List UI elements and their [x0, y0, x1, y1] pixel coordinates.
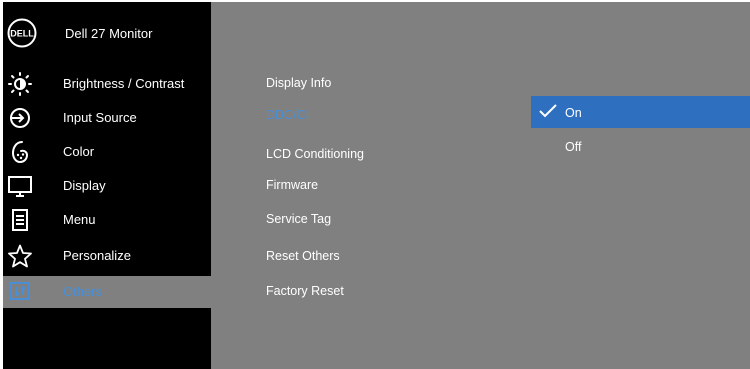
- sidebar-item-others[interactable]: Others: [3, 276, 211, 308]
- monitor-title: Dell 27 Monitor: [65, 26, 153, 41]
- sidebar-item-label: Menu: [63, 212, 96, 227]
- sidebar-item-label: Brightness / Contrast: [63, 76, 185, 91]
- submenu-item-lcd-conditioning[interactable]: LCD Conditioning: [266, 147, 364, 161]
- sidebar-item-display[interactable]: Display: [3, 170, 211, 202]
- sidebar-item-personalize[interactable]: Personalize: [3, 240, 211, 272]
- display-icon: [8, 176, 32, 197]
- sidebar-item-color[interactable]: Color: [3, 136, 211, 168]
- option-label: On: [565, 106, 582, 120]
- sidebar-footer: [3, 310, 211, 367]
- option-label: Off: [565, 140, 582, 154]
- brightness-icon: [8, 72, 32, 96]
- submenu-item-reset-others[interactable]: Reset Others: [266, 249, 340, 263]
- submenu-item-display-info[interactable]: Display Info: [266, 76, 331, 90]
- submenu-item-ddc-ci[interactable]: DDC/CI: [266, 108, 309, 122]
- sidebar-item-menu[interactable]: Menu: [3, 204, 211, 236]
- submenu-item-firmware[interactable]: Firmware: [266, 178, 318, 192]
- option-off[interactable]: Off: [531, 130, 750, 162]
- sidebar-item-label: Personalize: [63, 248, 131, 263]
- sidebar-item-label: Color: [63, 144, 95, 159]
- sidebar-item-label: Display: [63, 178, 106, 193]
- checkmark-icon: [539, 104, 557, 118]
- option-on[interactable]: On: [531, 96, 750, 128]
- color-icon: [11, 141, 29, 164]
- star-icon: [8, 244, 32, 268]
- sidebar-item-input-source[interactable]: Input Source: [3, 102, 211, 134]
- sidebar-item-brightness-contrast[interactable]: Brightness / Contrast: [3, 68, 211, 100]
- dell-logo-icon: DELL: [7, 18, 37, 48]
- osd-menu: DELL Dell 27 Monitor Brightness / Contra…: [3, 2, 750, 369]
- menu-icon: [12, 209, 28, 231]
- submenu-item-service-tag[interactable]: Service Tag: [266, 212, 331, 226]
- input-source-icon: [10, 108, 30, 128]
- sidebar: DELL Dell 27 Monitor Brightness / Contra…: [3, 2, 211, 369]
- sidebar-item-label: Input Source: [63, 110, 137, 125]
- others-icon: [10, 282, 30, 300]
- submenu-item-factory-reset[interactable]: Factory Reset: [266, 284, 344, 298]
- header: DELL Dell 27 Monitor: [3, 2, 211, 62]
- svg-text:DELL: DELL: [10, 29, 34, 39]
- sidebar-item-label: Others: [63, 284, 103, 299]
